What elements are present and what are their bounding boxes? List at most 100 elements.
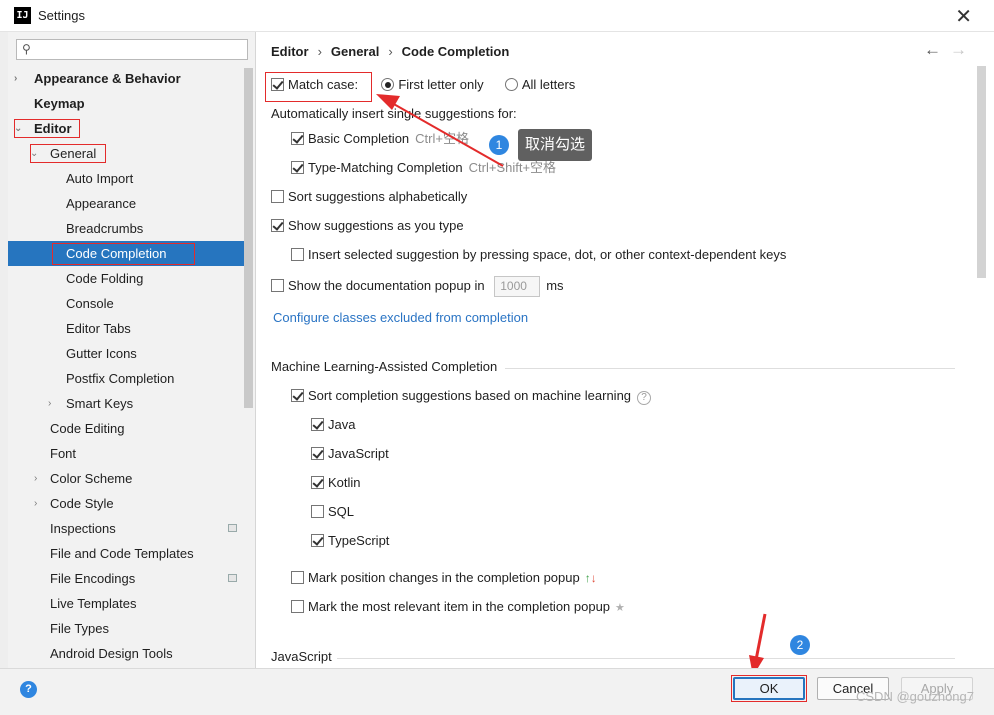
doc-popup-unit: ms bbox=[546, 277, 564, 293]
sidebar-item[interactable]: › Code Style bbox=[8, 491, 244, 516]
sidebar-item[interactable]: File and Code Templates bbox=[8, 541, 244, 566]
sidebar-item-label: General bbox=[50, 146, 97, 161]
intellij-app-icon: IJ bbox=[14, 7, 31, 24]
sidebar-item[interactable]: › Smart Keys bbox=[8, 391, 244, 416]
sidebar-item-label: Gutter Icons bbox=[66, 346, 137, 361]
mark-relevant-row: Mark the most relevant item in the compl… bbox=[291, 598, 625, 617]
sidebar-item-label: Code Editing bbox=[50, 421, 125, 436]
show-doc-popup-checkbox[interactable]: Show the documentation popup in bbox=[271, 278, 485, 293]
javascript-section-heading: JavaScript bbox=[271, 649, 332, 664]
chevron-right-icon[interactable]: › bbox=[34, 466, 37, 491]
content-scrollbar[interactable] bbox=[977, 66, 986, 278]
sidebar-item[interactable]: Console bbox=[8, 291, 244, 316]
sidebar-item[interactable]: Breadcrumbs bbox=[8, 216, 244, 241]
sort-alphabetically-checkbox[interactable]: Sort suggestions alphabetically bbox=[271, 188, 467, 206]
sidebar-item-label: Android Design Tools bbox=[50, 646, 173, 661]
sidebar-item[interactable]: ⌄ Editor bbox=[8, 116, 244, 141]
lang-checkbox-kotlin[interactable]: Kotlin bbox=[311, 474, 361, 492]
ml-sort-row: Sort completion suggestions based on mac… bbox=[291, 387, 652, 405]
chevron-right-icon[interactable]: › bbox=[14, 66, 17, 91]
sidebar-item-label: Postfix Completion bbox=[66, 371, 175, 386]
sidebar-item[interactable]: › Appearance & Behavior bbox=[8, 66, 244, 91]
sidebar-item[interactable]: Code Editing bbox=[8, 416, 244, 441]
sidebar-item[interactable]: Live Templates bbox=[8, 591, 244, 616]
sidebar-item-label: Font bbox=[50, 446, 77, 461]
sidebar-item-label: Keymap bbox=[34, 96, 85, 111]
ml-section-divider bbox=[505, 368, 955, 369]
lang-checkbox-javascript[interactable]: JavaScript bbox=[311, 445, 389, 463]
sidebar-item[interactable]: Code Folding bbox=[8, 266, 244, 291]
sidebar-item-label: Console bbox=[66, 296, 114, 311]
mark-position-checkbox[interactable]: Mark position changes in the completion … bbox=[291, 570, 580, 585]
sidebar-scrollbar[interactable] bbox=[244, 68, 253, 408]
doc-popup-delay-input[interactable]: 1000 bbox=[494, 276, 541, 297]
mark-relevant-checkbox[interactable]: Mark the most relevant item in the compl… bbox=[291, 599, 610, 614]
sidebar-item[interactable]: File Encodings bbox=[8, 566, 244, 591]
sidebar-item-label: Editor bbox=[34, 121, 72, 136]
sidebar-item[interactable]: Code Completion bbox=[8, 241, 244, 266]
match-case-checkbox[interactable]: Match case: bbox=[271, 77, 358, 92]
search-icon: ⚲ bbox=[22, 42, 31, 56]
watermark-text: CSDN @gouzhong7 bbox=[856, 689, 974, 704]
sidebar-item-label: Code Folding bbox=[66, 271, 144, 286]
callout-step-2-icon: 2 bbox=[790, 635, 810, 655]
sidebar-item-label: Code Style bbox=[50, 496, 114, 511]
first-letter-only-radio[interactable]: First letter only bbox=[381, 77, 484, 92]
help-question-icon[interactable]: ? bbox=[637, 391, 652, 405]
all-letters-radio[interactable]: All letters bbox=[504, 77, 575, 92]
settings-sidebar: ⚲ › Appearance & Behavior Keymap ⌄ Editor ⌄ Ge… bbox=[8, 32, 256, 668]
search-input[interactable] bbox=[39, 41, 243, 58]
chevron-down-icon[interactable]: ⌄ bbox=[14, 116, 22, 141]
sidebar-item-label: Code Completion bbox=[66, 246, 167, 261]
sidebar-item-label: Color Scheme bbox=[50, 471, 133, 486]
lang-checkbox-java[interactable]: Java bbox=[311, 416, 355, 434]
sidebar-item-label: File Encodings bbox=[50, 571, 136, 586]
sidebar-item[interactable]: File Types bbox=[8, 616, 244, 641]
sidebar-item[interactable]: Android Design Tools bbox=[8, 641, 244, 666]
auto-insert-heading: Automatically insert single suggestions … bbox=[271, 106, 517, 121]
configure-excluded-classes-link[interactable]: Configure classes excluded from completi… bbox=[273, 309, 528, 327]
mark-position-row: Mark position changes in the completion … bbox=[291, 569, 597, 587]
ml-section-heading: Machine Learning-Assisted Completion bbox=[271, 359, 498, 374]
sidebar-item[interactable]: Keymap bbox=[8, 91, 244, 116]
breadcrumb-separator: › bbox=[317, 44, 322, 59]
lang-checkbox-typescript[interactable]: TypeScript bbox=[311, 532, 389, 550]
ok-button[interactable]: OK bbox=[733, 677, 805, 700]
chevron-right-icon[interactable]: › bbox=[34, 491, 37, 516]
sidebar-item[interactable]: Editor Tabs bbox=[8, 316, 244, 341]
settings-content: Editor › General › Code Completion ← → Match… bbox=[257, 32, 994, 668]
sidebar-item[interactable]: Auto Import bbox=[8, 166, 244, 191]
sidebar-item[interactable]: Font bbox=[8, 441, 244, 466]
doc-popup-row: Show the documentation popup in 1000 ms bbox=[271, 276, 564, 297]
title-bar: IJ Settings ✕ bbox=[0, 0, 994, 32]
search-field[interactable]: ⚲ bbox=[16, 39, 248, 60]
breadcrumb-item-general[interactable]: General bbox=[331, 44, 379, 59]
breadcrumb: Editor › General › Code Completion bbox=[271, 44, 509, 59]
sidebar-item-label: Appearance & Behavior bbox=[34, 71, 181, 86]
sidebar-item-label: File Types bbox=[50, 621, 110, 636]
chevron-down-icon[interactable]: ⌄ bbox=[30, 141, 38, 166]
lang-checkbox-sql[interactable]: SQL bbox=[311, 503, 354, 521]
sidebar-item-label: Smart Keys bbox=[66, 396, 134, 411]
ml-sort-checkbox[interactable]: Sort completion suggestions based on mac… bbox=[291, 388, 631, 403]
dialog-button-bar: ? OK Cancel Apply CSDN @gouzhong7 bbox=[0, 668, 994, 715]
breadcrumb-item-code-completion: Code Completion bbox=[401, 44, 510, 59]
sidebar-item[interactable]: Postfix Completion bbox=[8, 366, 244, 391]
sidebar-item-label: File and Code Templates bbox=[50, 546, 194, 561]
help-icon[interactable]: ? bbox=[20, 681, 37, 698]
insert-selected-checkbox[interactable]: Insert selected suggestion by pressing s… bbox=[291, 246, 786, 264]
chevron-right-icon[interactable]: › bbox=[48, 391, 51, 416]
back-arrow-icon[interactable]: ← bbox=[924, 40, 941, 60]
close-icon[interactable]: ✕ bbox=[955, 4, 972, 29]
basic-completion-checkbox[interactable]: Basic Completion Ctrl+空格 bbox=[291, 130, 469, 148]
sidebar-item[interactable]: Appearance bbox=[8, 191, 244, 216]
sidebar-item[interactable]: Gutter Icons bbox=[8, 341, 244, 366]
sidebar-item[interactable]: ⌄ General bbox=[8, 141, 244, 166]
show-as-you-type-checkbox[interactable]: Show suggestions as you type bbox=[271, 217, 464, 235]
sidebar-item[interactable]: Inspections bbox=[8, 516, 244, 541]
type-matching-checkbox[interactable]: Type-Matching Completion Ctrl+Shift+空格 bbox=[291, 159, 556, 177]
down-arrow-icon: ↓ bbox=[590, 571, 597, 585]
breadcrumb-item-editor[interactable]: Editor bbox=[271, 44, 309, 59]
sidebar-item[interactable]: › Color Scheme bbox=[8, 466, 244, 491]
sidebar-item-label: Auto Import bbox=[66, 171, 134, 186]
